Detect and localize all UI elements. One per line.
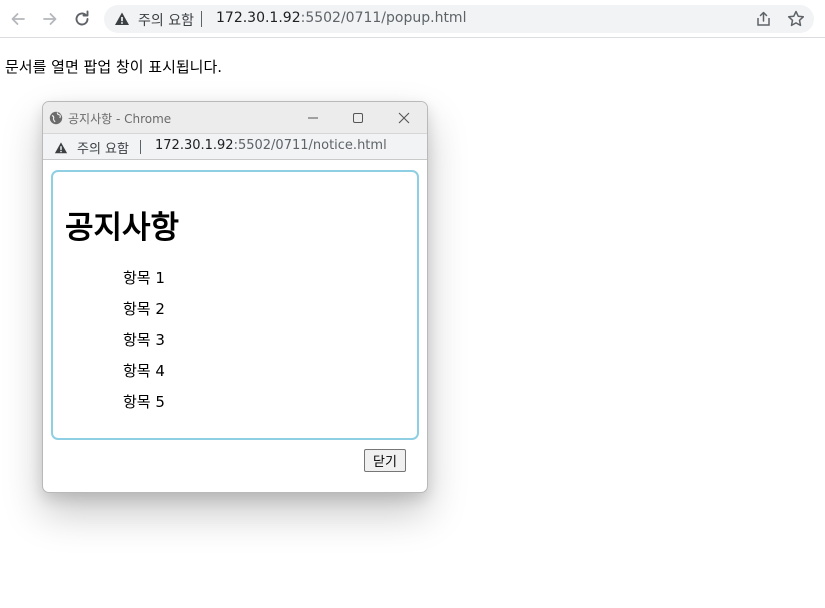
separator (140, 140, 141, 154)
popup-security-label[interactable]: 주의 요함 (77, 138, 129, 157)
back-arrow-icon (11, 13, 25, 25)
forward-arrow-icon (43, 13, 57, 25)
url-host: 172.30.1.92 (216, 10, 301, 26)
popup-titlebar[interactable]: 공지사항 - Chrome (43, 102, 427, 133)
globe-icon (49, 110, 63, 125)
warning-icon[interactable] (114, 11, 130, 27)
notice-heading: 공지사항 (65, 210, 180, 246)
notice-content-box: 공지사항 항목 1 항목 2 항목 3 항목 4 항목 5 (51, 170, 419, 440)
minimize-button[interactable] (303, 108, 323, 128)
close-window-button[interactable] (394, 108, 414, 128)
list-item: 항목 5 (123, 393, 165, 411)
list-item: 항목 4 (123, 362, 165, 380)
reload-icon (75, 10, 89, 26)
browser-toolbar: 주의 요함 172.30.1.92:5502/0711/popup.html (0, 0, 825, 38)
list-item: 항목 1 (123, 269, 165, 287)
list-item: 항목 2 (123, 300, 165, 318)
url-path: :5502/0711/popup.html (300, 10, 467, 26)
separator (201, 11, 202, 27)
forward-button[interactable] (38, 7, 62, 31)
maximize-button[interactable] (348, 108, 368, 128)
popup-address-bar[interactable]: 주의 요함 172.30.1.92:5502/0711/notice.html (43, 133, 427, 160)
url-text[interactable]: 172.30.1.92:5502/0711/popup.html (216, 10, 466, 26)
popup-url-text[interactable]: 172.30.1.92:5502/0711/notice.html (155, 138, 387, 153)
popup-window-title: 공지사항 - Chrome (68, 112, 172, 126)
warning-icon[interactable] (54, 140, 68, 154)
back-button[interactable] (6, 7, 30, 31)
maximize-icon (353, 113, 363, 123)
minimize-icon (308, 117, 318, 119)
security-label[interactable]: 주의 요함 (138, 10, 194, 30)
share-icon[interactable] (754, 10, 772, 28)
notice-list: 항목 1 항목 2 항목 3 항목 4 항목 5 (123, 267, 165, 422)
address-bar[interactable]: 주의 요함 172.30.1.92:5502/0711/popup.html (104, 5, 814, 33)
star-icon[interactable] (786, 9, 806, 29)
popup-window: 공지사항 - Chrome 주의 요함 172.30.1.92:5502/071… (42, 101, 428, 493)
list-item: 항목 3 (123, 331, 165, 349)
popup-url-path: :5502/0711/notice.html (233, 138, 387, 153)
close-button[interactable]: 닫기 (364, 449, 406, 472)
close-window-icon (398, 112, 410, 124)
popup-url-host: 172.30.1.92 (155, 138, 234, 153)
page-message: 문서를 열면 팝업 창이 표시됩니다. (5, 58, 223, 76)
reload-button[interactable] (70, 7, 94, 31)
